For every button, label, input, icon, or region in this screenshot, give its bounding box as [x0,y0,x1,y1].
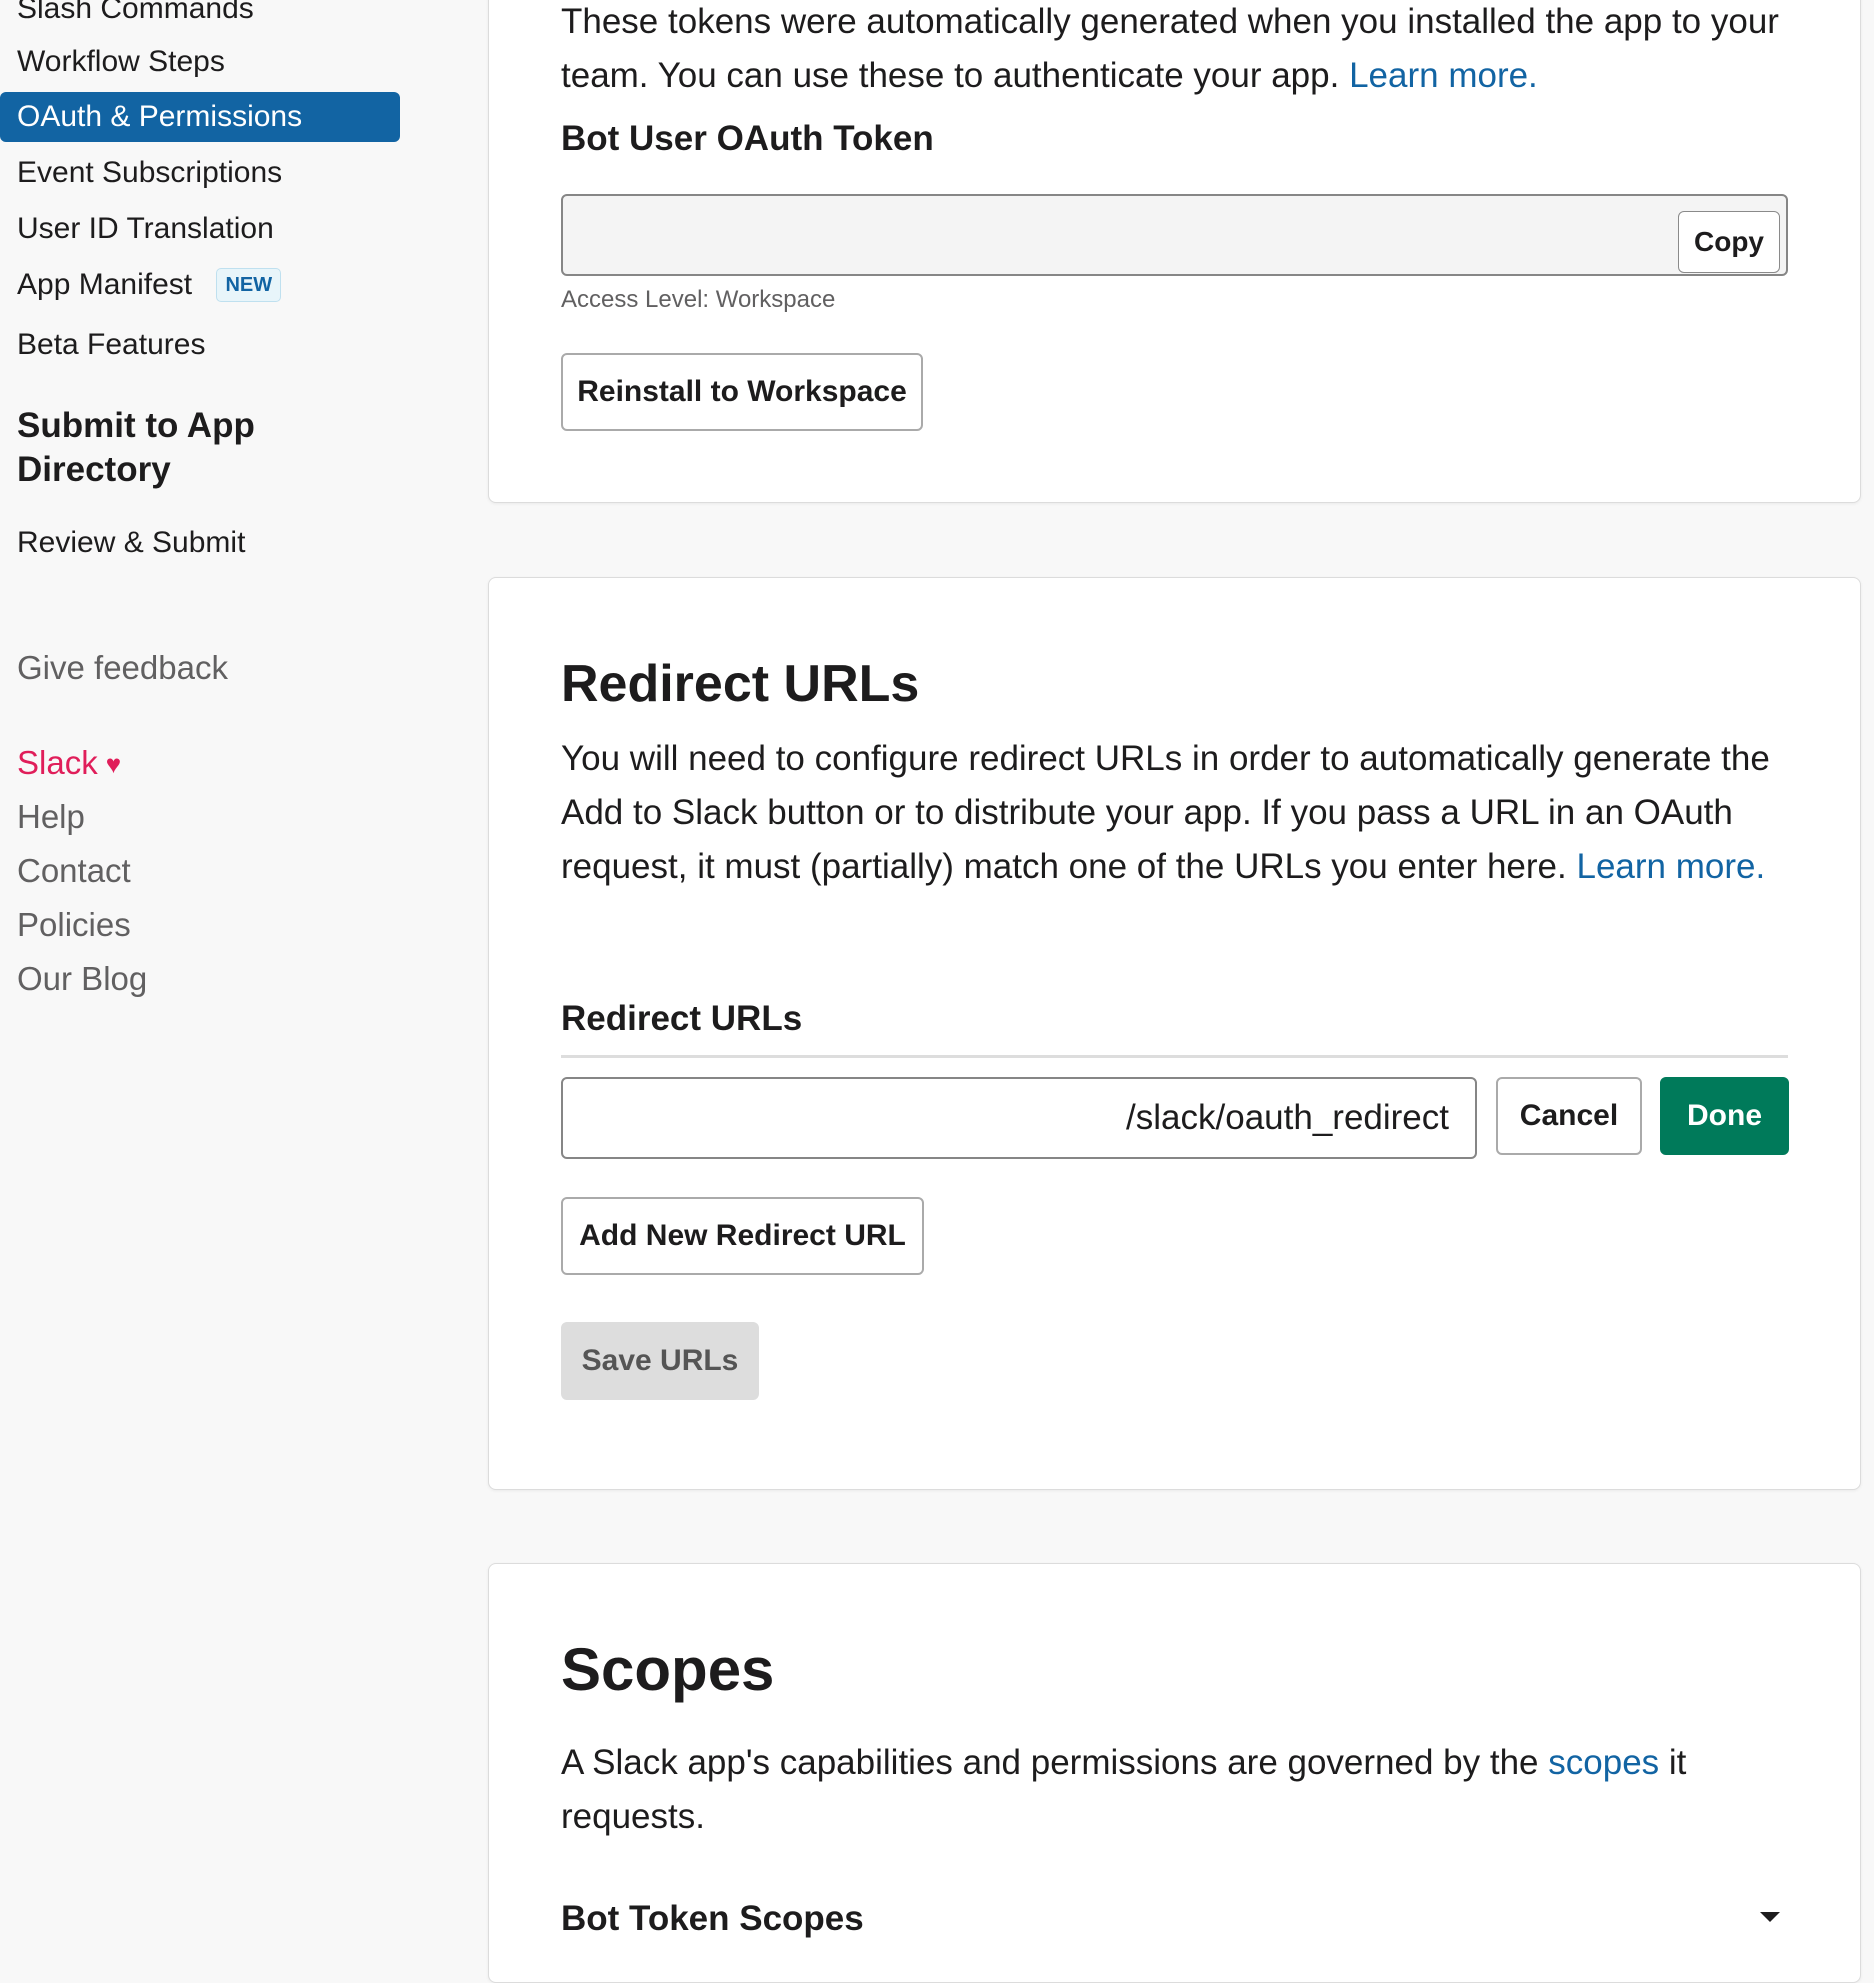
new-badge: NEW [216,268,282,302]
save-urls-button[interactable]: Save URLs [561,1322,759,1400]
sidebar-item-label: Event Subscriptions [17,156,283,189]
chevron-down-icon[interactable] [1760,1912,1780,1922]
scopes-description: A Slack app's capabilities and permissio… [561,1736,1801,1844]
oauth-tokens-card: These tokens were automatically generate… [488,0,1861,503]
sidebar-item-app-manifest[interactable]: App Manifest NEW [0,260,400,310]
sidebar-item-label: OAuth & Permissions [17,100,303,133]
sidebar-item-label: Slash Commands [17,0,254,25]
tokens-intro-text: These tokens were automatically generate… [561,2,1779,95]
slack-label: Slack [17,744,98,781]
sidebar-item-label: Beta Features [17,328,206,361]
sidebar-item-event-subscriptions[interactable]: Event Subscriptions [0,148,400,198]
add-new-redirect-url-button[interactable]: Add New Redirect URL [561,1197,924,1275]
bot-token-scopes-label: Bot Token Scopes [561,1899,864,1938]
done-button[interactable]: Done [1660,1077,1789,1155]
sidebar-item-label: App Manifest [17,268,193,301]
help-link[interactable]: Help [17,795,85,839]
redirect-learn-more-link[interactable]: Learn more. [1576,847,1765,886]
scopes-card: Scopes A Slack app's capabilities and pe… [488,1563,1861,1983]
give-feedback-link[interactable]: Give feedback [17,646,228,690]
copy-token-button[interactable]: Copy [1678,211,1780,273]
redirect-urls-title: Redirect URLs [561,655,920,713]
scopes-link[interactable]: scopes [1548,1743,1659,1782]
heart-icon: ♥ [105,749,122,779]
redirect-divider [561,1055,1788,1058]
bot-token-field[interactable]: Copy [561,194,1788,276]
scopes-description-before: A Slack app's capabilities and permissio… [561,1743,1539,1782]
tokens-intro: These tokens were automatically generate… [561,0,1801,103]
sidebar-item-workflow-steps[interactable]: Workflow Steps [0,37,400,87]
policies-link[interactable]: Policies [17,903,131,947]
sidebar-item-slash-commands[interactable]: Slash Commands [0,0,400,34]
our-blog-link[interactable]: Our Blog [17,957,147,1001]
sidebar: Slash Commands Workflow Steps OAuth & Pe… [0,0,410,1931]
redirect-urls-field-label: Redirect URLs [561,999,803,1038]
sidebar-item-oauth-permissions[interactable]: OAuth & Permissions [0,92,400,142]
reinstall-to-workspace-button[interactable]: Reinstall to Workspace [561,353,923,431]
sidebar-item-user-id-translation[interactable]: User ID Translation [0,204,400,254]
sidebar-item-label: Review & Submit [17,526,246,559]
contact-link[interactable]: Contact [17,849,131,893]
access-level-text: Access Level: Workspace [561,286,836,313]
slack-home-link[interactable]: Slack ♥ [17,741,121,786]
tokens-learn-more-link[interactable]: Learn more. [1349,56,1538,95]
sidebar-item-beta-features[interactable]: Beta Features [0,320,400,370]
cancel-button[interactable]: Cancel [1496,1077,1642,1155]
sidebar-item-label: Workflow Steps [17,45,225,78]
sidebar-item-label: User ID Translation [17,212,274,245]
scopes-title: Scopes [561,1636,775,1703]
submit-to-app-directory-heading: Submit to App Directory [17,406,255,489]
redirect-urls-card: Redirect URLs You will need to configure… [488,577,1861,1490]
redirect-url-input[interactable]: /slack/oauth_redirect [561,1077,1477,1159]
redirect-description: You will need to configure redirect URLs… [561,732,1801,894]
sidebar-item-review-submit[interactable]: Review & Submit [0,518,400,568]
bot-token-label: Bot User OAuth Token [561,119,934,158]
